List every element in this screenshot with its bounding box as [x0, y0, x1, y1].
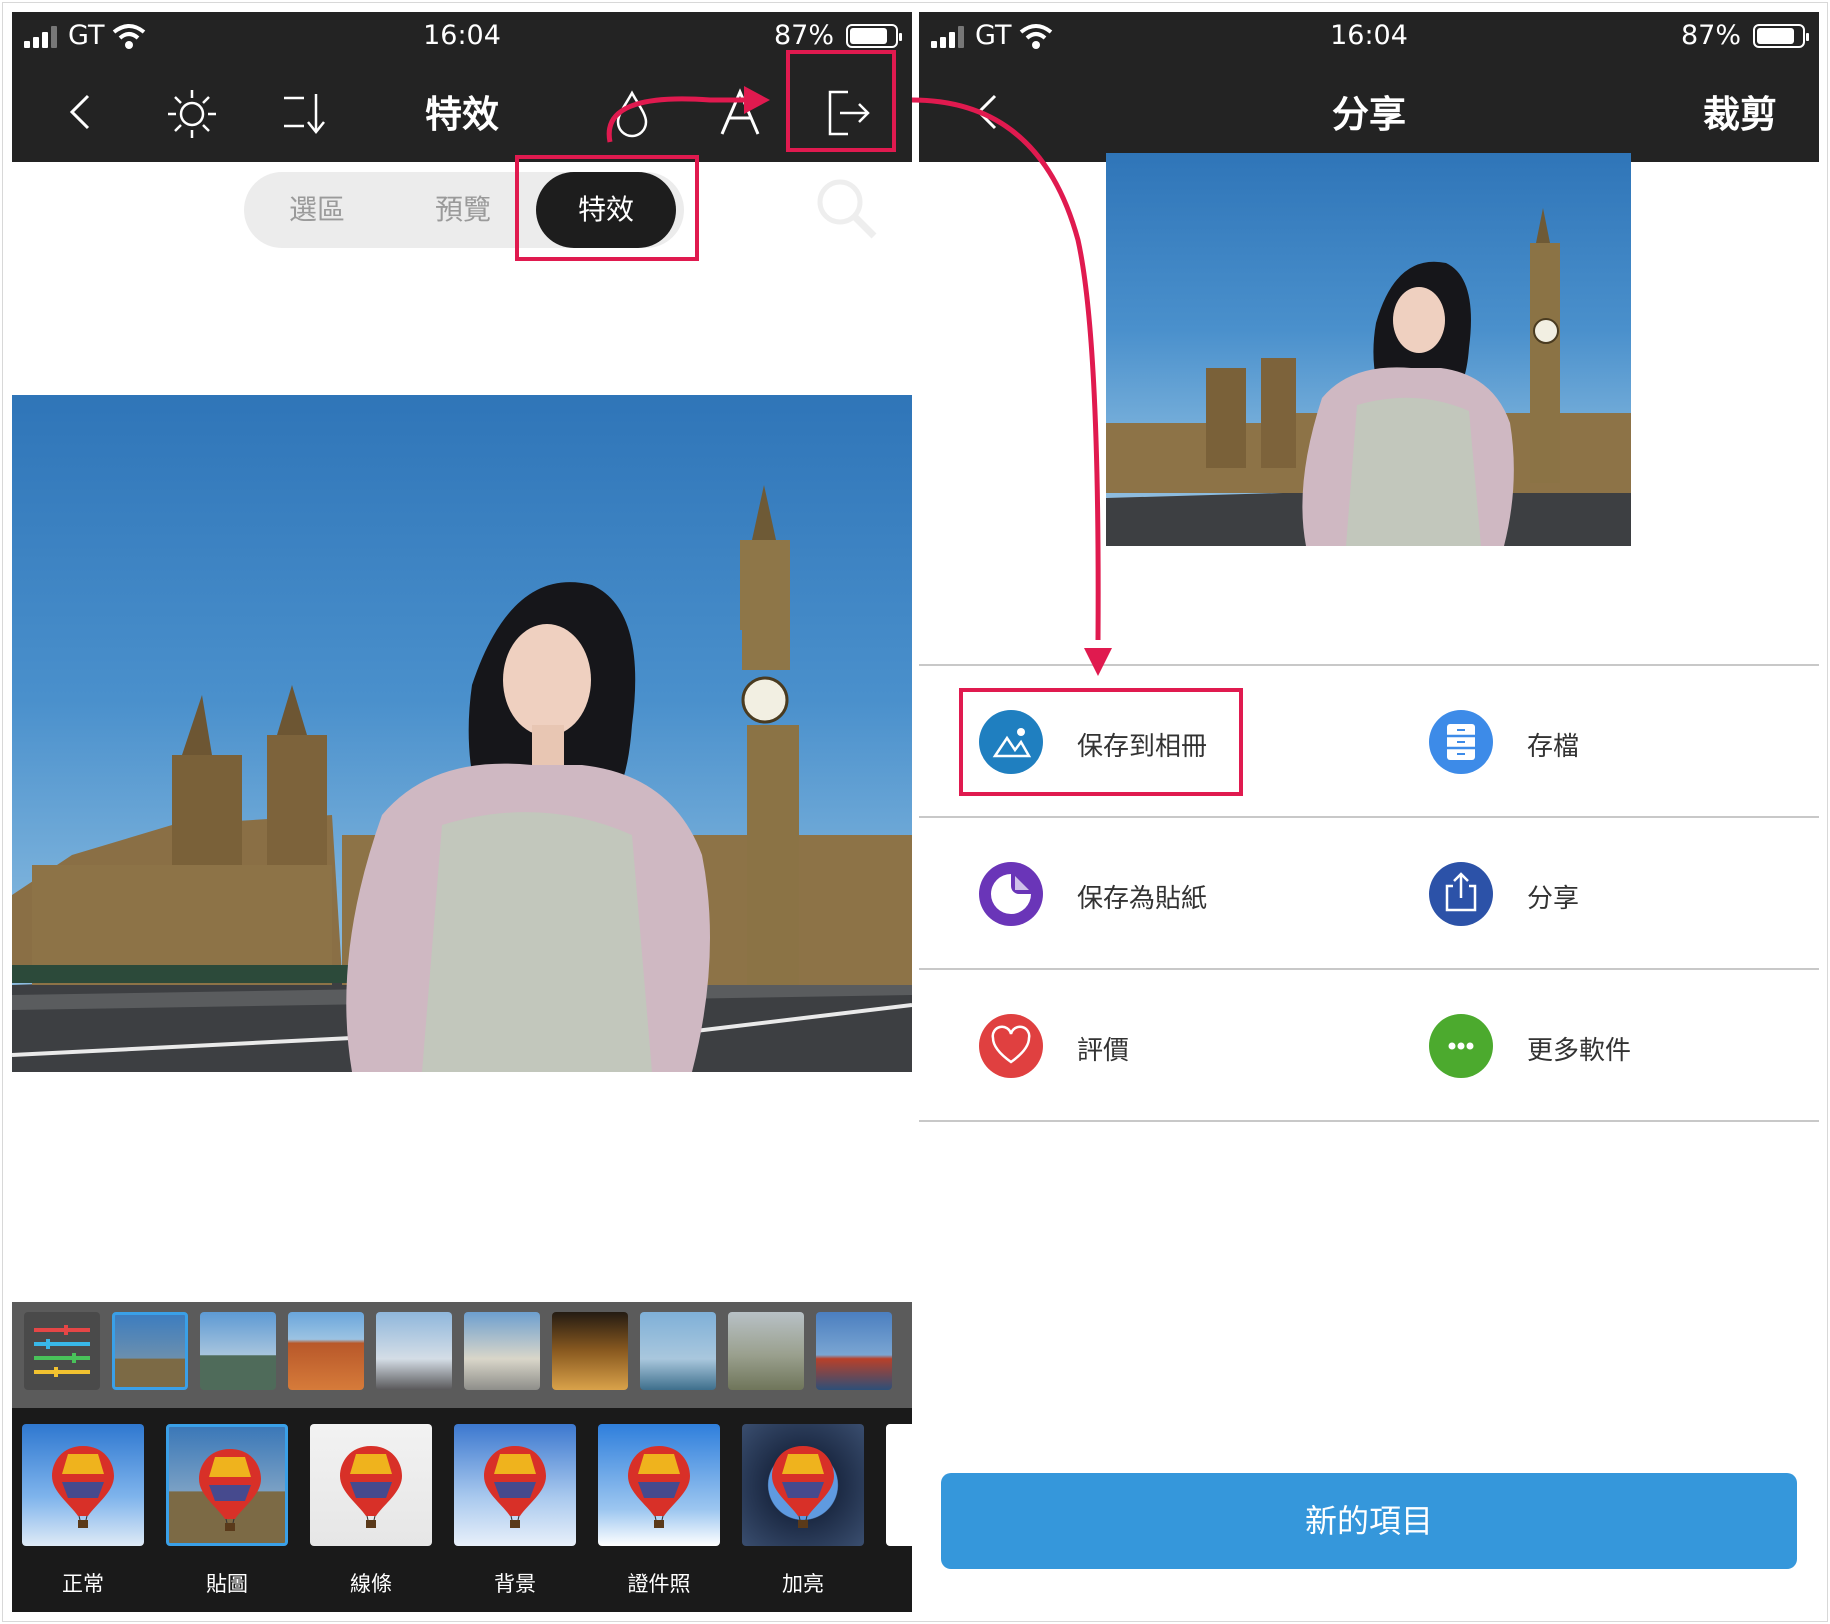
annotation-arrows	[606, 86, 1112, 676]
